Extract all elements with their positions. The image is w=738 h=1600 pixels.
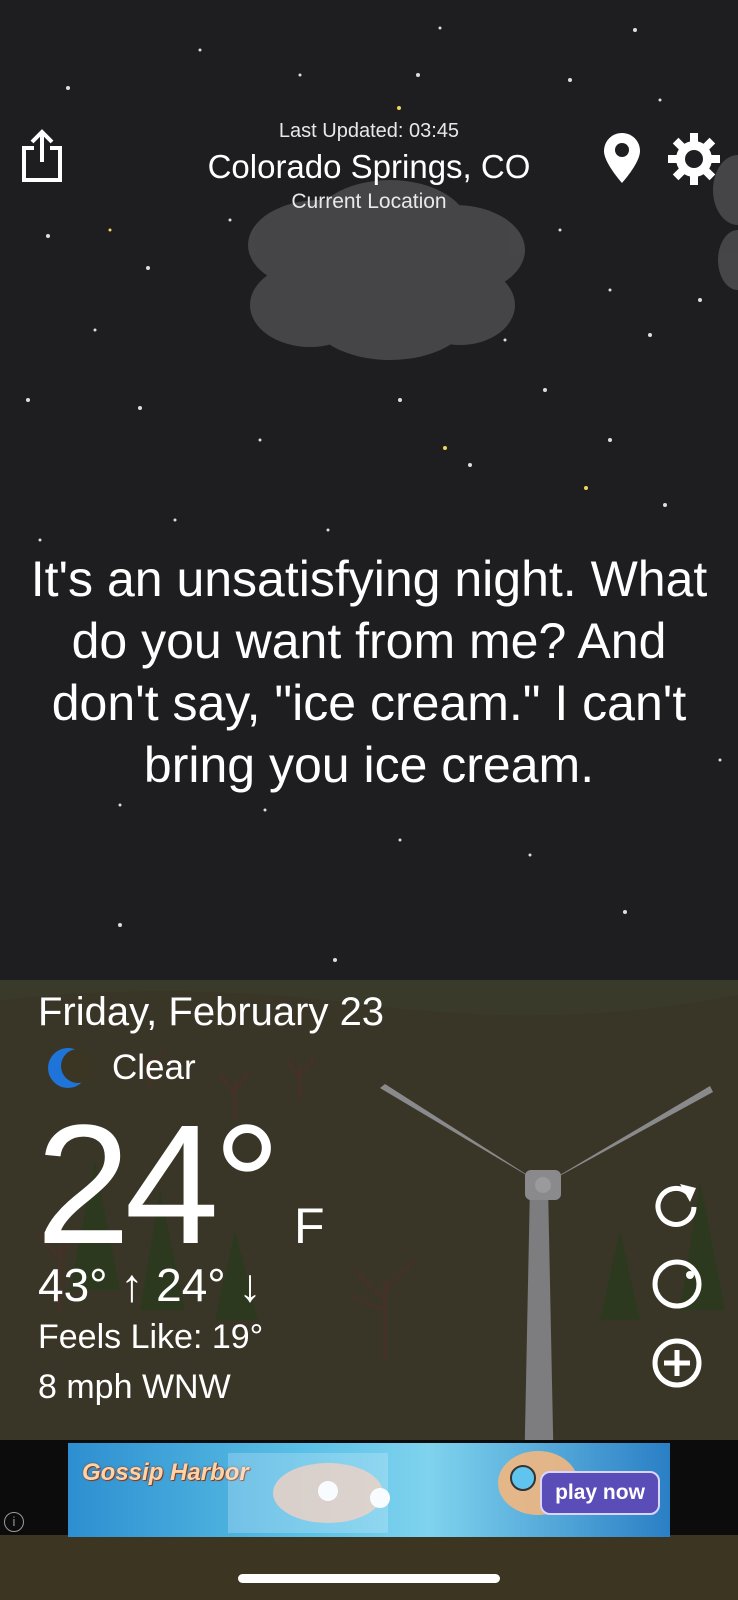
- high-low-temperature: 43° ↑ 24° ↓: [38, 1259, 262, 1311]
- current-location-label: Current Location: [291, 190, 447, 213]
- share-icon: [22, 129, 62, 182]
- wind-text: 8 mph WNW: [38, 1368, 231, 1406]
- settings-button[interactable]: [668, 133, 720, 190]
- weather-quote: It's an unsatisfying night. What do you …: [30, 551, 708, 793]
- moon-phase-button[interactable]: [650, 1257, 704, 1316]
- location-button[interactable]: [604, 133, 640, 188]
- crescent-moon-icon: [46, 1046, 95, 1095]
- temperature-unit[interactable]: F: [294, 1197, 325, 1255]
- refresh-icon: [655, 1184, 697, 1227]
- gear-icon: [668, 133, 720, 185]
- condition-label: Clear: [112, 1048, 196, 1087]
- ad-info-icon[interactable]: i: [4, 1512, 24, 1532]
- ad-banner[interactable]: Gossip Harbor play now: [68, 1443, 670, 1537]
- current-temperature: 24°: [36, 1090, 281, 1280]
- add-icon: [652, 1338, 702, 1388]
- moon-phase-icon: [652, 1259, 702, 1309]
- home-bar-background: [0, 1535, 738, 1600]
- feels-like-text: Feels Like: 19°: [38, 1318, 264, 1356]
- date-label: Friday, February 23: [38, 990, 385, 1034]
- location-pin-icon: [604, 133, 640, 183]
- share-button[interactable]: [20, 128, 66, 189]
- add-button[interactable]: [650, 1336, 704, 1395]
- ad-cta-button[interactable]: play now: [540, 1471, 660, 1515]
- home-indicator[interactable]: [238, 1574, 500, 1583]
- refresh-button[interactable]: [650, 1180, 704, 1239]
